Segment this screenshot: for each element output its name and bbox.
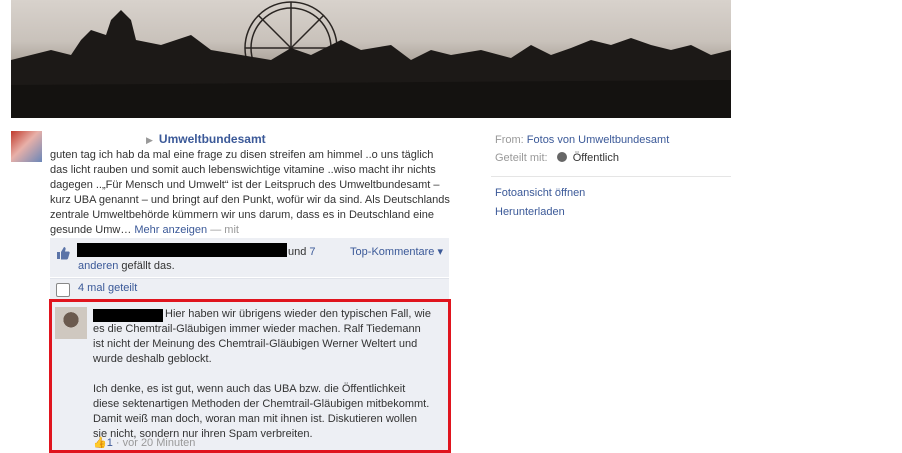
cover-photo xyxy=(11,0,731,118)
like-und: und xyxy=(288,246,307,258)
post-body: guten tag ich hab da mal eine frage zu d… xyxy=(50,149,450,236)
author-link[interactable]: Umweltbundesamt xyxy=(159,132,266,146)
like-suffix: gefällt das. xyxy=(118,260,175,272)
comment-para2: Ich denke, es ist gut, wenn auch das UBA… xyxy=(93,383,430,440)
comment-time: · vor 20 Minuten xyxy=(112,437,196,449)
comment-like-icon[interactable]: 👍 xyxy=(93,437,107,449)
globe-icon xyxy=(556,152,567,162)
commenter-avatar[interactable] xyxy=(55,307,87,339)
top-comments-dropdown[interactable]: Top-Kommentare ▾ xyxy=(350,245,443,258)
more-suffix: — mit xyxy=(207,224,239,236)
from-label: From: xyxy=(495,134,524,146)
download-link[interactable]: Herunterladen xyxy=(495,206,565,218)
shared-label: Geteilt mit: xyxy=(495,152,548,164)
share-icon xyxy=(56,283,70,297)
london-skyline-image xyxy=(11,1,731,118)
shares-link[interactable]: 4 mal geteilt xyxy=(78,282,137,294)
from-link[interactable]: Fotos von Umweltbundesamt xyxy=(527,134,669,146)
sidebar-divider xyxy=(491,176,731,177)
comment-highlight: Hier haben wir übrigens wieder den typis… xyxy=(49,299,451,453)
comment-para1: Hier haben wir übrigens wieder den typis… xyxy=(93,308,431,365)
shares-row: 4 mal geteilt xyxy=(50,278,449,299)
sidebar-from: From: Fotos von Umweltbundesamt xyxy=(495,134,669,146)
post-text: guten tag ich hab da mal eine frage zu d… xyxy=(50,148,454,238)
triangle-right-icon: ▶ xyxy=(146,135,153,145)
like-text: und 7 anderen gefällt das. xyxy=(78,245,358,273)
comment-text: Hier haben wir übrigens wieder den typis… xyxy=(93,307,433,442)
thumbs-up-icon xyxy=(57,247,70,260)
likes-box: und 7 anderen gefällt das. Top-Kommentar… xyxy=(50,238,449,277)
shared-value: Öffentlich xyxy=(572,152,619,164)
open-photo-link[interactable]: Fotoansicht öffnen xyxy=(495,187,585,199)
more-link[interactable]: Mehr anzeigen xyxy=(134,224,207,236)
sidebar-shared: Geteilt mit: Öffentlich xyxy=(495,152,619,164)
others-link[interactable]: 7 anderen xyxy=(78,246,316,272)
post-header: ▶ Umweltbundesamt xyxy=(146,132,266,146)
comment-meta: 👍1 · vor 20 Minuten xyxy=(93,436,195,449)
page-avatar[interactable] xyxy=(11,131,42,162)
